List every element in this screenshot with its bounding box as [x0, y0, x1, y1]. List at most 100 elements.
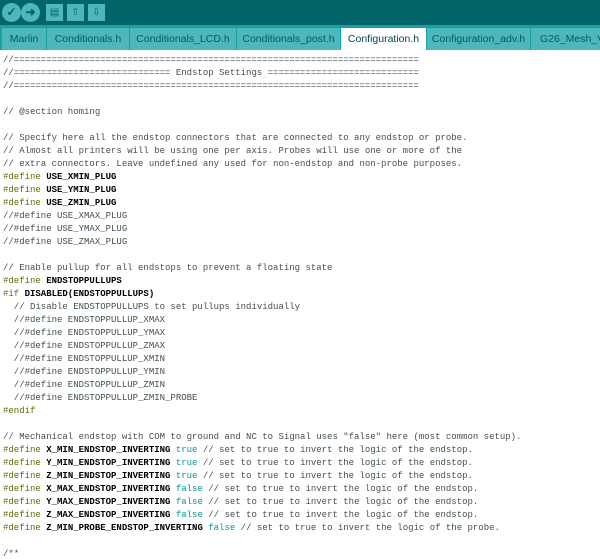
code-line: //#define USE_XMAX_PLUG — [3, 210, 600, 223]
code-line: //#define USE_YMAX_PLUG — [3, 223, 600, 236]
code-token-comment: // set to true to invert the logic of th… — [202, 497, 479, 507]
code-token-lit: false — [175, 510, 203, 520]
code-line: #define X_MIN_ENDSTOP_INVERTING true // … — [3, 444, 600, 457]
verify-button[interactable]: ✓ — [2, 3, 21, 22]
code-token-name: DISABLED(ENDSTOPPULLUPS) — [24, 289, 155, 299]
code-line: //======================================… — [3, 80, 600, 93]
code-token-comment: //#define ENDSTOPPULLUP_YMAX — [3, 328, 166, 338]
code-token-comment: //#define ENDSTOPPULLUP_YMIN — [3, 367, 166, 377]
new-file-icon: ▤ — [49, 7, 60, 18]
code-token-kw: #define — [3, 510, 47, 520]
code-line: //#define ENDSTOPPULLUP_ZMIN — [3, 379, 600, 392]
code-token-comment: //======================================… — [3, 55, 419, 65]
code-token-comment: // Specify here all the endstop connecto… — [3, 133, 468, 143]
code-token-name: Z_MAX_ENDSTOP_INVERTING — [46, 510, 176, 520]
save-button[interactable]: ⇩ — [88, 4, 105, 21]
code-token-name: USE_YMIN_PLUG — [46, 185, 117, 195]
code-token-name: USE_XMIN_PLUG — [46, 172, 117, 182]
tab-g26-mesh-validation[interactable]: G26_Mesh_Validation_Tool.cpp — [531, 28, 600, 50]
tab-conditionals-post[interactable]: Conditionals_post.h — [237, 28, 341, 50]
code-line: // Specify here all the endstop connecto… — [3, 132, 600, 145]
code-line: //#define ENDSTOPPULLUP_ZMAX — [3, 340, 600, 353]
code-token-kw: #define — [3, 445, 47, 455]
code-token-comment: // set to true to invert the logic of th… — [202, 510, 479, 520]
tab-configuration-adv[interactable]: Configuration_adv.h — [427, 28, 531, 50]
code-line: //#define ENDSTOPPULLUP_XMIN — [3, 353, 600, 366]
code-line: // Almost all printers will be using one… — [3, 145, 600, 158]
code-token-comment: // Mechanical endstop with COM to ground… — [3, 432, 522, 442]
code-token-comment: // set to true to invert the logic of th… — [202, 484, 479, 494]
toolbar: ✓ ➜ ▤ ⇧ ⇩ — [0, 0, 600, 25]
code-line: //======================================… — [3, 54, 600, 67]
code-editor[interactable]: //======================================… — [0, 50, 600, 559]
code-line: #define USE_ZMIN_PLUG — [3, 197, 600, 210]
code-token-comment: //#define ENDSTOPPULLUP_XMIN — [3, 354, 166, 364]
code-token-comment: //======================================… — [3, 81, 419, 91]
tab-conditionals[interactable]: Conditionals.h — [47, 28, 130, 50]
save-icon: ⇩ — [92, 7, 101, 18]
code-token-kw: #define — [3, 484, 47, 494]
check-icon: ✓ — [6, 5, 17, 19]
code-token-kw: #define — [3, 198, 47, 208]
code-token-kw: #define — [3, 185, 47, 195]
code-token-kw: #define — [3, 471, 47, 481]
code-token-name: X_MAX_ENDSTOP_INVERTING — [46, 484, 176, 494]
code-line: // Disable ENDSTOPPULLUPS to set pullups… — [3, 301, 600, 314]
code-token-comment: //#define ENDSTOPPULLUP_XMAX — [3, 315, 166, 325]
code-token-comment: // set to true to invert the logic of th… — [197, 458, 473, 468]
code-token-lit: false — [208, 523, 236, 533]
code-line: //#define USE_ZMAX_PLUG — [3, 236, 600, 249]
code-token-comment: //#define ENDSTOPPULLUP_ZMIN — [3, 380, 166, 390]
code-line: #define Z_MIN_PROBE_ENDSTOP_INVERTING fa… — [3, 522, 600, 535]
code-line: // extra connectors. Leave undefined any… — [3, 158, 600, 171]
code-line: /** — [3, 548, 600, 559]
code-line: // @section homing — [3, 106, 600, 119]
code-token-lit: false — [175, 484, 203, 494]
code-token-comment: //#define ENDSTOPPULLUP_ZMAX — [3, 341, 166, 351]
code-line: #define Z_MIN_ENDSTOP_INVERTING true // … — [3, 470, 600, 483]
tab-configuration[interactable]: Configuration.h — [341, 28, 427, 50]
code-token-name: Z_MIN_PROBE_ENDSTOP_INVERTING — [46, 523, 209, 533]
code-token-kw: #if — [3, 289, 25, 299]
code-token-name: Y_MAX_ENDSTOP_INVERTING — [46, 497, 176, 507]
code-token-kw: #define — [3, 458, 47, 468]
code-token-name: X_MIN_ENDSTOP_INVERTING — [46, 445, 176, 455]
code-line: //#define ENDSTOPPULLUP_XMAX — [3, 314, 600, 327]
code-token-comment: //#define USE_XMAX_PLUG — [3, 211, 128, 221]
code-token-kw: #define — [3, 497, 47, 507]
code-token-comment: //#define USE_YMAX_PLUG — [3, 224, 128, 234]
code-token-comment: // @section homing — [3, 107, 101, 117]
code-token-comment: // set to true to invert the logic of th… — [235, 523, 500, 533]
code-token-kw: #endif — [3, 406, 36, 416]
code-line: #define Z_MAX_ENDSTOP_INVERTING false //… — [3, 509, 600, 522]
code-token-comment: // Enable pullup for all endstops to pre… — [3, 263, 333, 273]
open-icon: ⇧ — [71, 7, 80, 18]
code-line: #define Y_MAX_ENDSTOP_INVERTING false //… — [3, 496, 600, 509]
code-line: #define USE_YMIN_PLUG — [3, 184, 600, 197]
upload-button[interactable]: ➜ — [21, 3, 40, 22]
code-line: // Mechanical endstop with COM to ground… — [3, 431, 600, 444]
open-button[interactable]: ⇧ — [67, 4, 84, 21]
code-token-kw: #define — [3, 523, 47, 533]
code-token-comment: // set to true to invert the logic of th… — [197, 471, 473, 481]
code-token-lit: true — [175, 471, 198, 481]
tab-conditionals-lcd[interactable]: Conditionals_LCD.h — [130, 28, 237, 50]
new-button[interactable]: ▤ — [46, 4, 63, 21]
code-line: #endif — [3, 405, 600, 418]
code-token-comment: //#define ENDSTOPPULLUP_ZMIN_PROBE — [3, 393, 198, 403]
tab-marlin[interactable]: Marlin — [2, 28, 47, 50]
code-token-lit: true — [175, 445, 198, 455]
code-token-comment: // Almost all printers will be using one… — [3, 146, 463, 156]
code-token-kw: #define — [3, 276, 47, 286]
tab-bar: Marlin Conditionals.h Conditionals_LCD.h… — [0, 25, 600, 50]
code-line: #if DISABLED(ENDSTOPPULLUPS) — [3, 288, 600, 301]
code-token-comment: // extra connectors. Leave undefined any… — [3, 159, 463, 169]
code-line: //#define ENDSTOPPULLUP_YMIN — [3, 366, 600, 379]
code-token-comment: //============================= Endstop … — [3, 68, 419, 78]
code-line: #define X_MAX_ENDSTOP_INVERTING false //… — [3, 483, 600, 496]
code-token-name: ENDSTOPPULLUPS — [46, 276, 122, 286]
code-token-lit: false — [175, 497, 203, 507]
